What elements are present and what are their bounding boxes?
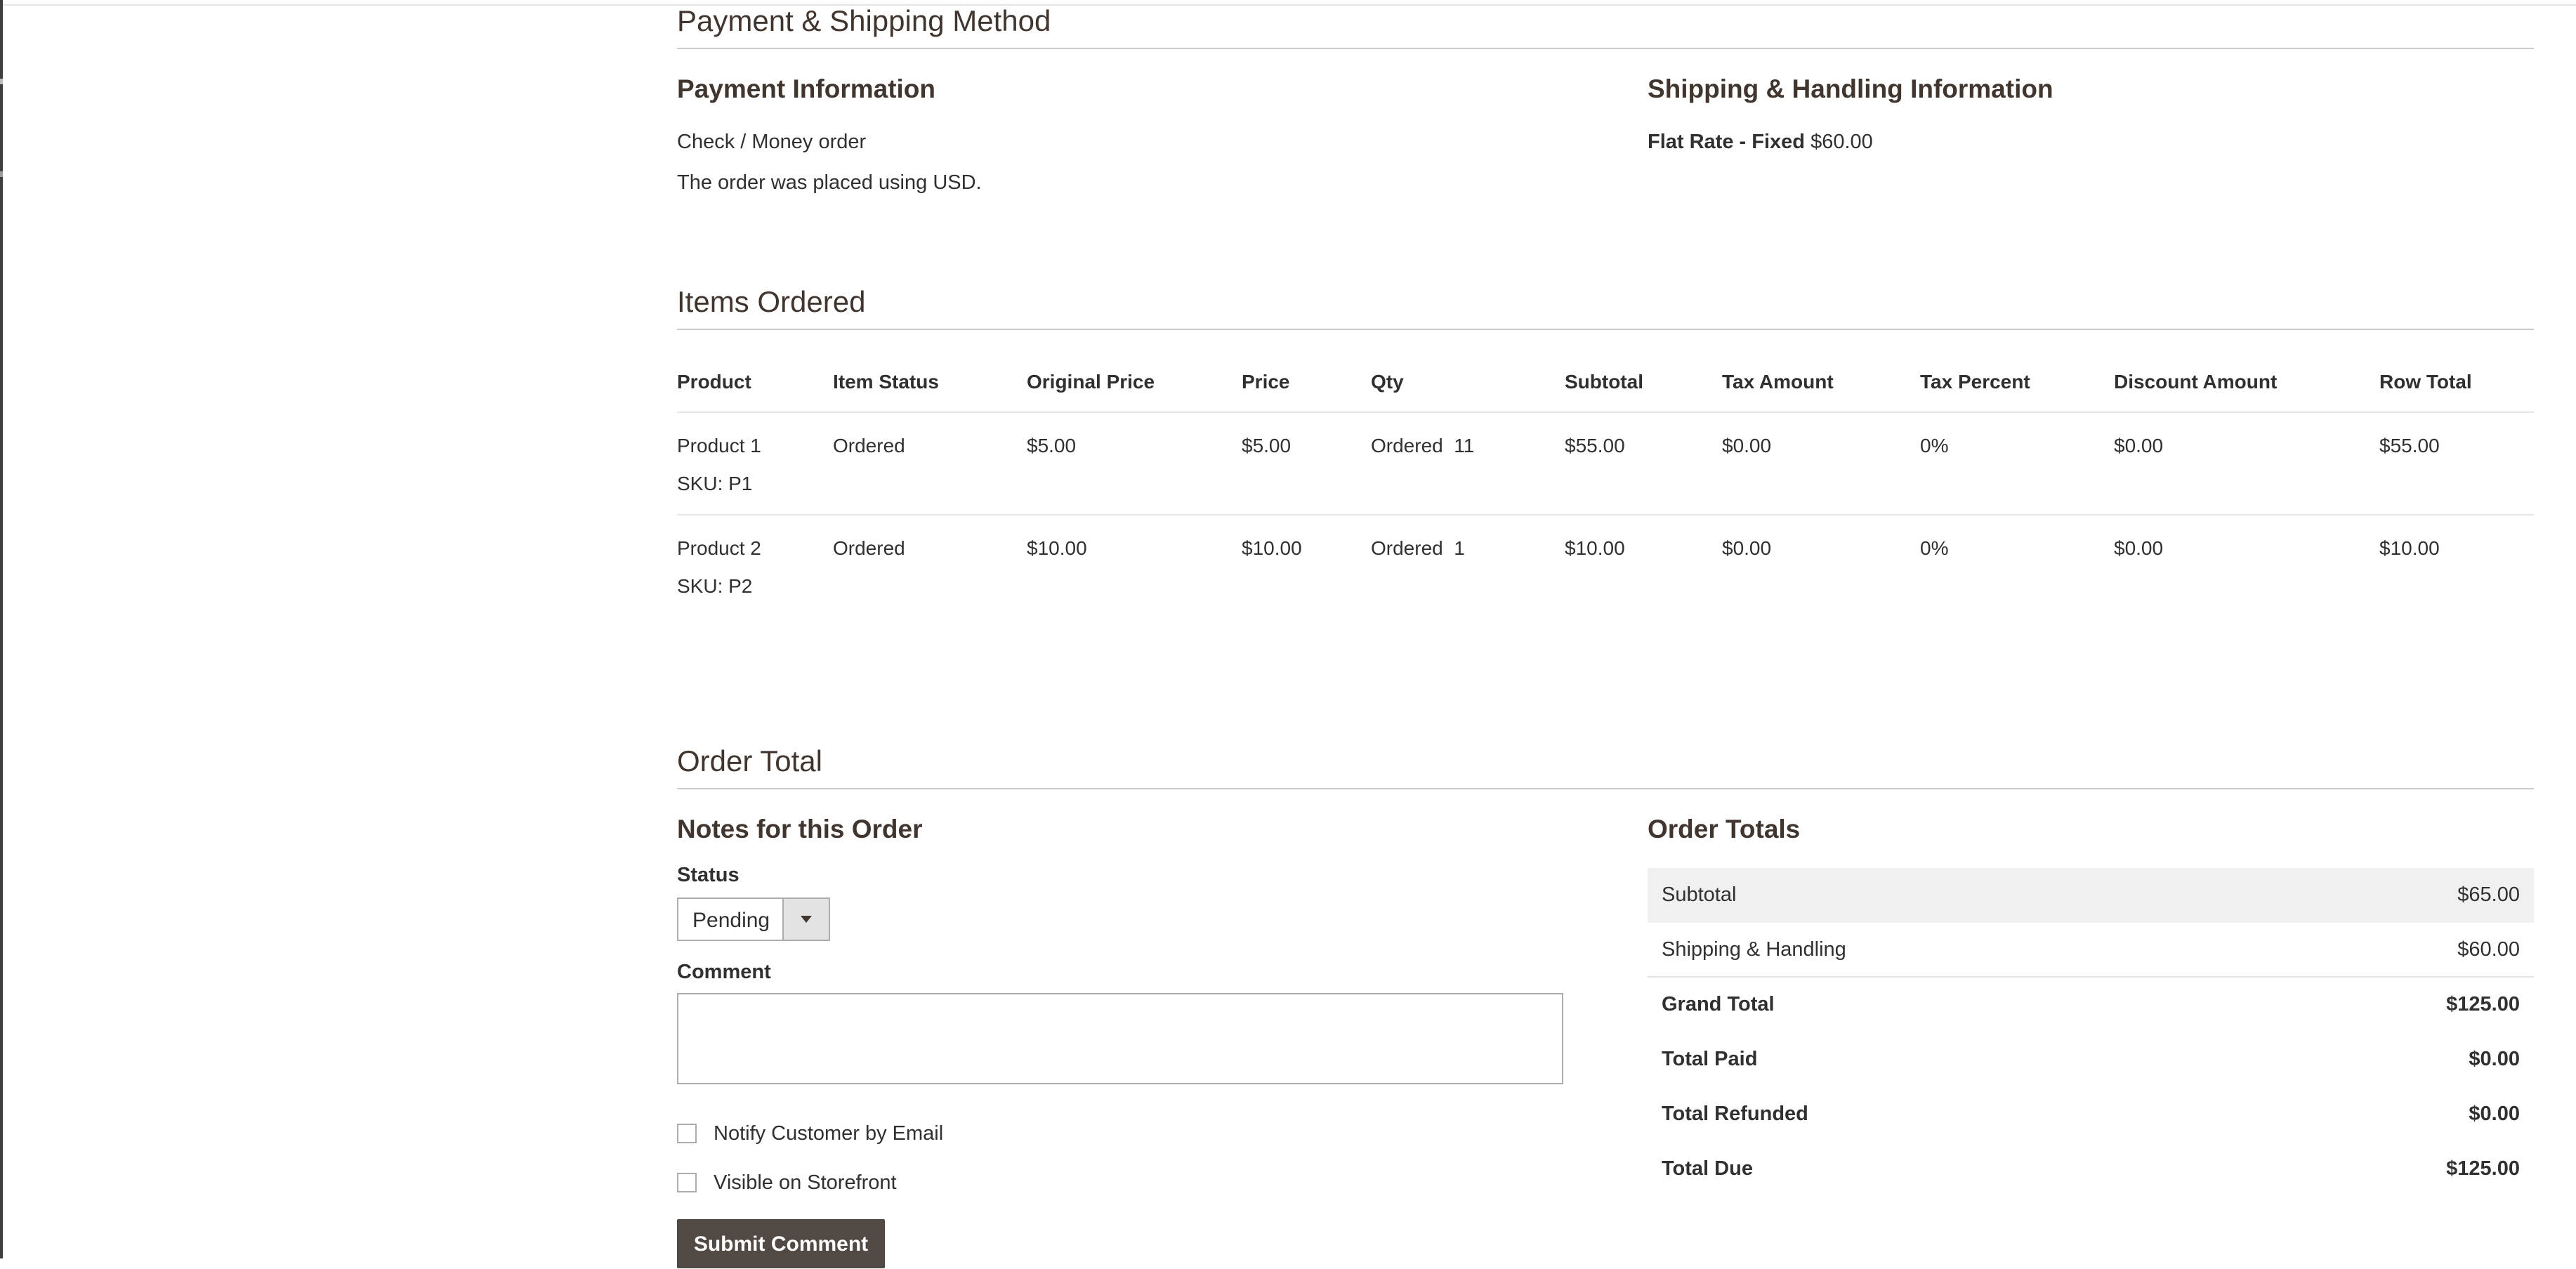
subtotal-cell: $55.00 [1565, 412, 1722, 515]
payment-shipping-section-title: Payment & Shipping Method [677, 4, 2534, 49]
totals-row-shipping: Shipping & Handling $60.00 [1648, 923, 2534, 978]
notify-customer-label[interactable]: Notify Customer by Email [714, 1122, 943, 1145]
price-cell: $10.00 [1242, 537, 1302, 559]
row-total-cell: $55.00 [2379, 412, 2534, 515]
table-row: Product 1 SKU: P1 Ordered $5.00 $5.00 Or… [677, 412, 2534, 515]
submit-comment-button[interactable]: Submit Comment [677, 1219, 885, 1268]
order-total-section-title: Order Total [677, 744, 2534, 789]
original-price-cell: $5.00 [1027, 412, 1242, 515]
chevron-down-icon [801, 916, 812, 923]
column-header: Tax Amount [1722, 361, 1920, 413]
product-cell: Product 2 SKU: P2 [677, 515, 833, 617]
column-header: Subtotal [1565, 361, 1722, 413]
tax-amount-cell: $0.00 [1722, 537, 1772, 559]
totals-value: $0.00 [2469, 1103, 2520, 1125]
status-select[interactable]: Pending [677, 897, 830, 941]
totals-value: $125.00 [2446, 1157, 2520, 1180]
totals-row-grand-total: Grand Total $125.00 [1648, 978, 2534, 1032]
column-header: Row Total [2379, 361, 2534, 413]
totals-label: Total Due [1662, 1157, 1753, 1180]
totals-value: $65.00 [2457, 883, 2520, 906]
shipping-method-label: Flat Rate - Fixed [1648, 131, 1805, 153]
edge-marker [0, 79, 3, 84]
totals-label: Total Refunded [1662, 1103, 1808, 1125]
discount-amount-cell: $0.00 [2114, 537, 2164, 559]
status-label: Status [677, 864, 740, 886]
column-header: Qty [1371, 361, 1565, 413]
qty-cell: Ordered 1 [1371, 537, 1465, 559]
totals-label: Grand Total [1662, 993, 1775, 1015]
totals-value: $125.00 [2446, 993, 2520, 1015]
subtotal-cell: $10.00 [1565, 537, 1625, 559]
price-cell: $5.00 [1242, 412, 1371, 515]
discount-amount-cell: $0.00 [2114, 412, 2379, 515]
totals-row-total-due: Total Due $125.00 [1648, 1142, 2534, 1197]
totals-label: Shipping & Handling [1662, 938, 1846, 961]
currency-note: The order was placed using USD. [677, 171, 982, 194]
product-name: Product 1 [677, 435, 761, 456]
qty-cell: Ordered 11 [1371, 412, 1565, 515]
payment-method: Check / Money order [677, 131, 867, 153]
payment-information-title: Payment Information [677, 74, 935, 103]
table-row: Product 2 SKU: P2 Ordered $10.00 $10.00 … [677, 515, 2534, 617]
column-header: Price [1242, 361, 1371, 413]
column-header: Product [677, 361, 833, 413]
shipping-method: Flat Rate - Fixed $60.00 [1648, 131, 1873, 154]
original-price-cell: $10.00 [1027, 537, 1087, 559]
totals-label: Subtotal [1662, 883, 1737, 906]
column-header: Original Price [1027, 361, 1242, 413]
tax-amount-cell: $0.00 [1722, 412, 1920, 515]
column-header: Discount Amount [2114, 361, 2379, 413]
visible-storefront-label[interactable]: Visible on Storefront [714, 1171, 897, 1195]
shipping-method-price: $60.00 [1811, 131, 1873, 153]
tax-percent-cell: 0% [1920, 412, 2114, 515]
status-select-toggle[interactable] [782, 899, 829, 940]
items-ordered-table: Product Item Status Original Price Price… [677, 361, 2534, 617]
totals-row-total-refunded: Total Refunded $0.00 [1648, 1087, 2534, 1142]
comment-label: Comment [677, 961, 771, 983]
comment-textarea[interactable] [677, 993, 1563, 1084]
column-header: Item Status [833, 361, 1027, 413]
order-totals-table: Subtotal $65.00 Shipping & Handling $60.… [1648, 868, 2534, 1197]
shipping-information-title: Shipping & Handling Information [1648, 74, 2053, 103]
item-status-cell: Ordered [833, 537, 905, 559]
totals-value: $60.00 [2457, 938, 2520, 961]
notes-title: Notes for this Order [677, 815, 923, 843]
edge-marker [0, 171, 3, 177]
totals-value: $0.00 [2469, 1048, 2520, 1070]
table-header-row: Product Item Status Original Price Price… [677, 361, 2534, 413]
visible-storefront-checkbox[interactable] [677, 1173, 697, 1192]
row-total-cell: $10.00 [2379, 537, 2440, 559]
tax-percent-cell: 0% [1920, 537, 1949, 559]
items-ordered-section-title: Items Ordered [677, 285, 2534, 330]
product-cell: Product 1 SKU: P1 [677, 412, 833, 515]
order-totals-title: Order Totals [1648, 815, 1801, 843]
status-select-value: Pending [692, 909, 770, 932]
totals-label: Total Paid [1662, 1048, 1758, 1070]
product-sku: SKU: P1 [677, 473, 753, 494]
notify-customer-checkbox[interactable] [677, 1124, 697, 1143]
totals-row-subtotal: Subtotal $65.00 [1648, 868, 2534, 923]
window-left-edge [0, 0, 3, 1258]
column-header: Tax Percent [1920, 361, 2114, 413]
totals-row-total-paid: Total Paid $0.00 [1648, 1032, 2534, 1087]
product-name: Product 2 [677, 537, 761, 559]
product-sku: SKU: P2 [677, 575, 753, 597]
item-status-cell: Ordered [833, 412, 1027, 515]
order-view-content: Payment & Shipping Method Payment Inform… [677, 0, 2534, 1268]
